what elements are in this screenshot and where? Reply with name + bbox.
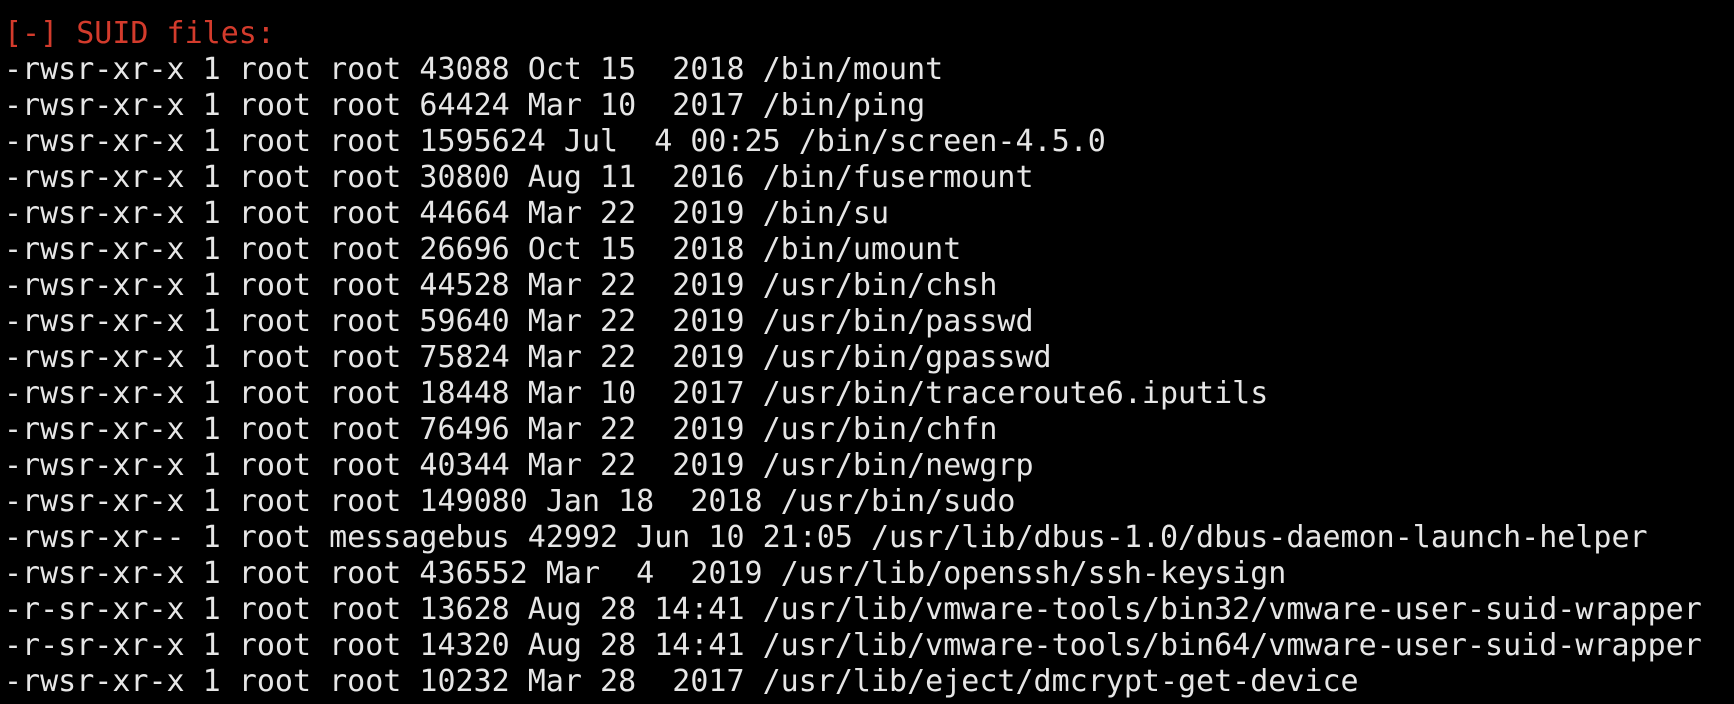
terminal-line: -rwsr-xr-x 1 root root 43088 Oct 15 2018…: [4, 52, 944, 87]
terminal-line: -rwsr-xr-x 1 root root 75824 Mar 22 2019…: [4, 340, 1052, 375]
terminal-line: -rwsr-xr-x 1 root root 26696 Oct 15 2018…: [4, 232, 962, 267]
terminal-line: -rwsr-xr-x 1 root root 436552 Mar 4 2019…: [4, 556, 1287, 591]
terminal-line: -r-sr-xr-x 1 root root 13628 Aug 28 14:4…: [4, 592, 1702, 627]
terminal-line: -rwsr-xr-x 1 root root 30800 Aug 11 2016…: [4, 160, 1034, 195]
terminal-line: -rwsr-xr-x 1 root root 44664 Mar 22 2019…: [4, 196, 890, 231]
terminal-line: -rwsr-xr-x 1 root root 10232 Mar 28 2017…: [4, 664, 1359, 699]
terminal-line: -rwsr-xr-x 1 root root 59640 Mar 22 2019…: [4, 304, 1034, 339]
terminal-window[interactable]: [-] SUID files: -rwsr-xr-x 1 root root 4…: [0, 0, 1734, 704]
suid-files-header: [-] SUID files:: [4, 16, 275, 51]
terminal-line: -rwsr-xr-x 1 root root 149080 Jan 18 201…: [4, 484, 1016, 519]
terminal-line: -rwsr-xr-- 1 root messagebus 42992 Jun 1…: [4, 520, 1648, 555]
terminal-line: -rwsr-xr-x 1 root root 18448 Mar 10 2017…: [4, 376, 1269, 411]
terminal-line: -rwsr-xr-x 1 root root 40344 Mar 22 2019…: [4, 448, 1034, 483]
terminal-line: -rwsr-xr-x 1 root root 44528 Mar 22 2019…: [4, 268, 998, 303]
terminal-line: -r-sr-xr-x 1 root root 14320 Aug 28 14:4…: [4, 628, 1702, 663]
terminal-line: -rwsr-xr-x 1 root root 76496 Mar 22 2019…: [4, 412, 998, 447]
terminal-line: -rwsr-xr-x 1 root root 1595624 Jul 4 00:…: [4, 124, 1106, 159]
terminal-line: -rwsr-xr-x 1 root root 64424 Mar 10 2017…: [4, 88, 926, 123]
